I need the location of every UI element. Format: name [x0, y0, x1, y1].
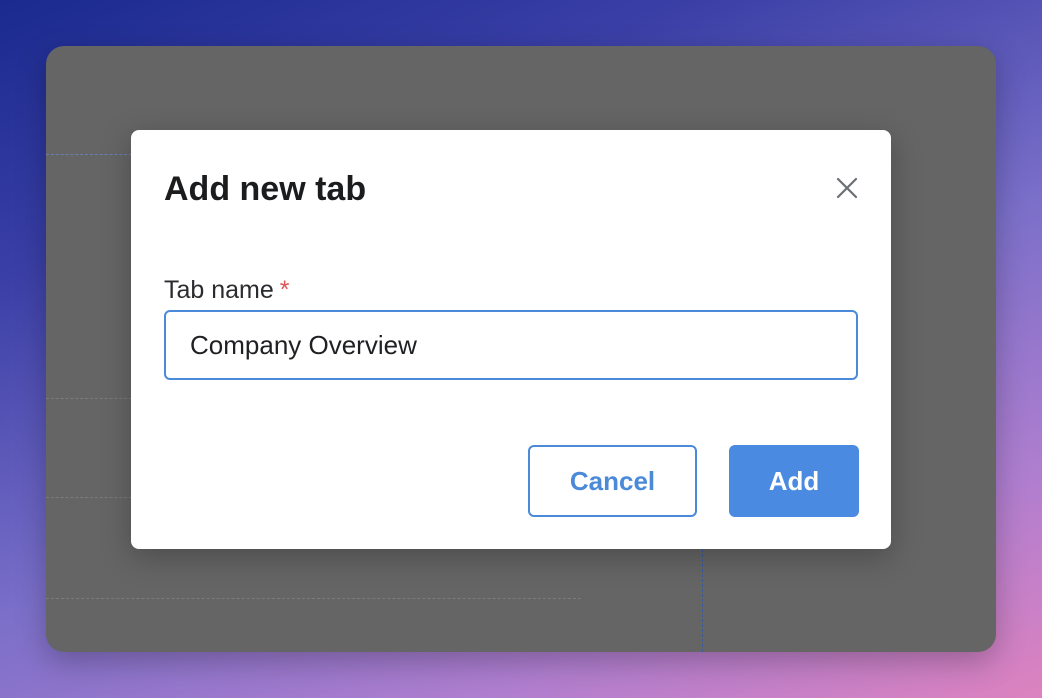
dashed-guide-line: [46, 598, 581, 599]
tab-name-label-text: Tab name: [164, 276, 274, 304]
add-button[interactable]: Add: [729, 445, 859, 517]
close-button[interactable]: [831, 172, 863, 204]
dashed-guide-line: [702, 549, 703, 652]
cancel-button[interactable]: Cancel: [528, 445, 697, 517]
add-tab-dialog: Add new tab Tab name* Cancel Add: [131, 130, 891, 549]
dashed-guide-line: [46, 398, 132, 399]
tab-name-label: Tab name *: [164, 273, 290, 307]
tab-name-input[interactable]: [164, 310, 858, 380]
required-asterisk: *: [279, 276, 290, 304]
dashed-guide-line: [46, 497, 132, 498]
close-icon: [836, 177, 858, 199]
dialog-title: Add new tab: [164, 170, 367, 208]
app-window-dimmed: Add new tab Tab name* Cancel Add: [46, 46, 996, 652]
dashed-guide-line: [46, 154, 132, 155]
